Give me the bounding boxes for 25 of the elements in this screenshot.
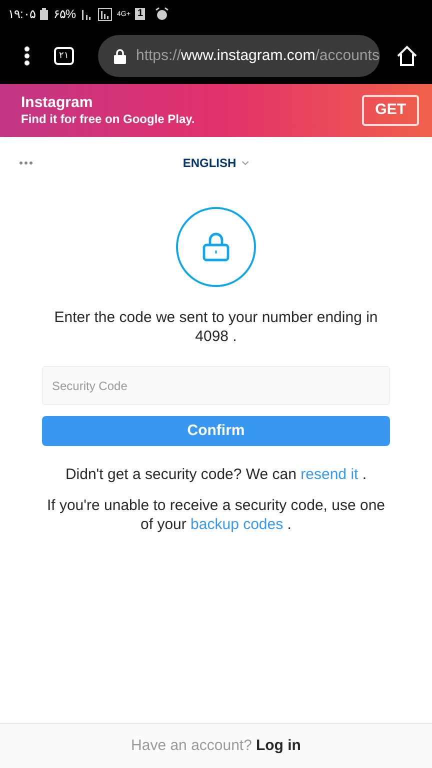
tab-count-button[interactable]: ۲۱	[54, 47, 74, 65]
backup-text: If you're unable to receive a security code, use one of your backup codes .	[46, 496, 386, 534]
alarm-icon	[155, 7, 170, 21]
menu-icon[interactable]	[24, 46, 30, 66]
banner-subtitle: Find it for free on Google Play.	[21, 112, 196, 127]
url-text: https://www.instagram.com/accounts	[136, 46, 380, 66]
lock-icon	[114, 48, 126, 64]
chevron-icon	[242, 161, 250, 165]
home-icon[interactable]	[396, 45, 418, 67]
battery-percent: ۶۵%	[53, 6, 76, 23]
footer-prompt: Have an account?	[131, 736, 252, 756]
more-icon[interactable]	[19, 161, 33, 165]
banner-title: Instagram	[21, 94, 94, 112]
language-selector[interactable]: ENGLISH	[182, 154, 250, 172]
instruction-text: Enter the code we sent to your number ending in 4098 .	[53, 308, 379, 346]
lock-icon	[202, 232, 230, 262]
signal-icon	[81, 8, 94, 20]
sim-indicator: 1	[135, 8, 146, 20]
resend-text: Didn't get a security code? We can resend it .	[64, 465, 368, 484]
url-field[interactable]: https://www.instagram.com/accounts	[98, 35, 380, 77]
security-code-field[interactable]: Security Code	[42, 366, 390, 405]
battery-icon	[40, 8, 48, 20]
signal-icon	[98, 8, 112, 20]
clock-time: ۱۹:۰۵	[8, 6, 36, 23]
login-link[interactable]: Log in	[256, 734, 301, 758]
